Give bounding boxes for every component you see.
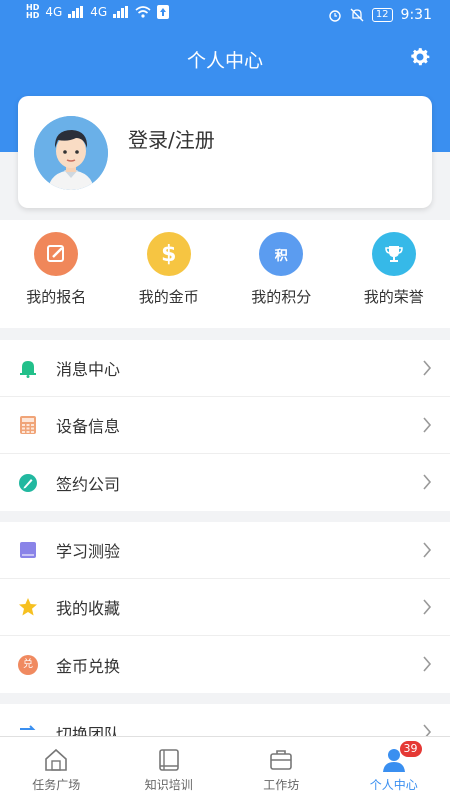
tab-workshop[interactable]: 工作坊 <box>225 737 338 800</box>
bell-icon <box>18 358 38 378</box>
hd-indicator: HD HD <box>26 3 40 20</box>
battery-level: 12 <box>371 8 393 22</box>
chevron-right-icon <box>423 474 432 490</box>
tab-knowledge-training[interactable]: 知识培训 <box>113 737 226 800</box>
chevron-right-icon <box>423 417 432 433</box>
chevron-right-icon <box>423 599 432 615</box>
profile-card[interactable]: 登录/注册 <box>18 96 432 208</box>
signed-company-item[interactable]: 签约公司 <box>0 454 450 511</box>
switch-team-item[interactable]: 切换团队 <box>0 704 450 738</box>
bottom-tab-bar: 任务广场 知识培训 工作坊 个人中心 39 <box>0 736 450 800</box>
device-info-item[interactable]: 设备信息 <box>0 397 450 454</box>
signal-icon-2 <box>113 6 129 18</box>
tab-task-square[interactable]: 任务广场 <box>0 737 113 800</box>
menu-group-1: 消息中心 设备信息 签约公司 <box>0 340 450 511</box>
my-registrations-button[interactable]: 我的报名 <box>0 220 113 328</box>
menu-group-3: 切换团队 <box>0 704 450 738</box>
notification-badge: 39 <box>399 741 422 757</box>
user-avatar-icon <box>34 116 108 190</box>
calculator-icon <box>18 415 38 435</box>
wifi-icon <box>135 6 151 18</box>
quick-actions: 我的报名 $ 我的金币 积 我的积分 我的荣誉 <box>0 220 450 328</box>
book-outline-icon <box>158 749 179 771</box>
network-indicator-1: 4G <box>45 5 63 19</box>
clock: 9:31 <box>400 7 432 23</box>
avatar[interactable] <box>34 116 108 190</box>
status-bar: HD HD 4G 4G 12 9:31 <box>0 0 450 32</box>
coin-exchange-item[interactable]: 兑 金币兑换 <box>0 636 450 693</box>
chevron-right-icon <box>423 360 432 376</box>
gear-icon[interactable] <box>408 45 432 69</box>
alarm-icon <box>329 10 341 22</box>
mute-icon <box>350 8 364 22</box>
message-center-item[interactable]: 消息中心 <box>0 340 450 397</box>
study-quiz-item[interactable]: 学习测验 <box>0 522 450 579</box>
chevron-right-icon <box>423 656 432 672</box>
points-bag-icon: 积 <box>259 232 304 276</box>
star-icon <box>18 597 38 617</box>
upload-icon <box>157 5 170 19</box>
chevron-right-icon <box>423 542 432 558</box>
login-register-link[interactable]: 登录/注册 <box>128 124 215 153</box>
menu-group-2: 学习测验 我的收藏 兑 金币兑换 <box>0 522 450 693</box>
book-icon <box>18 540 38 560</box>
page-title: 个人中心 <box>186 50 263 72</box>
my-honors-button[interactable]: 我的荣誉 <box>338 220 450 328</box>
my-favorites-item[interactable]: 我的收藏 <box>0 579 450 636</box>
home-icon <box>45 748 68 771</box>
pen-circle-icon <box>18 473 38 493</box>
edit-icon <box>34 232 79 276</box>
my-coins-button[interactable]: $ 我的金币 <box>113 220 226 328</box>
trophy-icon <box>371 232 416 276</box>
tab-personal-center[interactable]: 个人中心 39 <box>338 737 450 800</box>
my-points-button[interactable]: 积 我的积分 <box>225 220 338 328</box>
exchange-coin-icon: 兑 <box>18 654 38 675</box>
dollar-coin-icon: $ <box>146 232 191 276</box>
briefcase-icon <box>270 750 293 770</box>
network-indicator-2: 4G <box>90 5 108 19</box>
signal-icon <box>68 6 84 18</box>
